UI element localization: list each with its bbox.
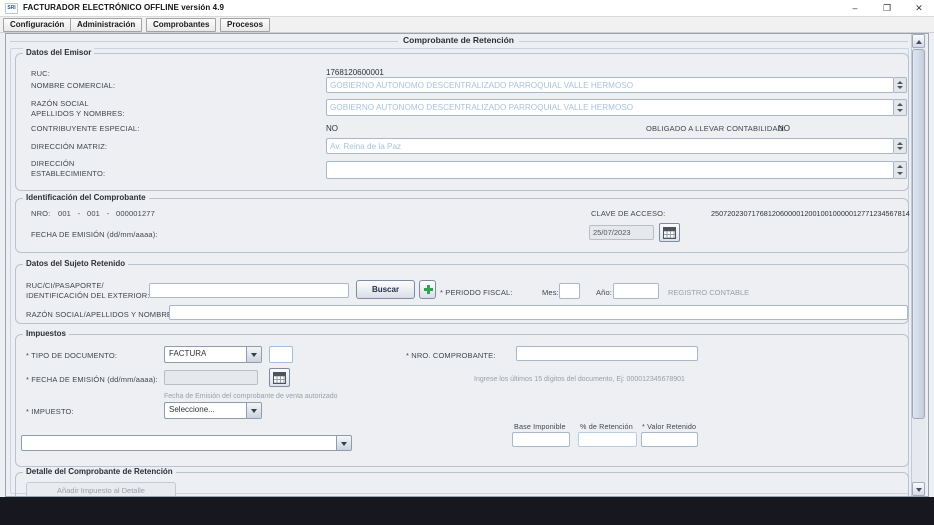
direccion-estab-input[interactable] xyxy=(326,161,894,179)
direccion-matriz-label: DIRECCIÓN MATRIZ: xyxy=(31,142,107,151)
direccion-matriz-input[interactable] xyxy=(326,138,894,154)
scrollbar-thumb[interactable] xyxy=(912,49,925,419)
nro-value: 001 - 001 - 000001277 xyxy=(58,209,155,218)
add-sujeto-button[interactable] xyxy=(419,280,436,299)
mes-input[interactable] xyxy=(559,283,580,299)
maximize-button[interactable]: ❐ xyxy=(874,0,900,17)
group-sujeto-retenido-title: Datos del Sujeto Retenido xyxy=(23,259,128,268)
valor-retenido-input[interactable] xyxy=(641,432,698,447)
app-icon: SRI xyxy=(5,3,18,14)
anio-label: Año: xyxy=(596,288,612,297)
menu-bar: Configuración Administración Comprobante… xyxy=(0,17,934,33)
impuestos-fecha-input[interactable] xyxy=(164,370,258,385)
window-title: FACTURADOR ELECTRÓNICO OFFLINE versión 4… xyxy=(23,3,224,12)
obligado-value: NO xyxy=(778,124,790,133)
chevron-down-icon xyxy=(246,347,261,362)
valor-retenido-header: * Valor Retenido xyxy=(642,422,696,431)
sujeto-ruc-label-1: RUC/CI/PASAPORTE/ xyxy=(26,281,104,290)
direccion-estab-label-2: ESTABLECIMIENTO: xyxy=(31,169,105,178)
nombre-comercial-input[interactable] xyxy=(326,77,894,93)
screen: SRI FACTURADOR ELECTRÓNICO OFFLINE versi… xyxy=(0,0,934,525)
window-titlebar: SRI FACTURADOR ELECTRÓNICO OFFLINE versi… xyxy=(0,0,934,17)
sujeto-ruc-label-2: IDENTIFICACIÓN DEL EXTERIOR: xyxy=(26,291,150,300)
tipo-documento-select[interactable]: FACTURA xyxy=(164,346,262,363)
codigo-retencion-select[interactable] xyxy=(21,435,352,451)
fecha-emision-hint: Fecha de Emisión del comprobante de vent… xyxy=(164,393,338,400)
direccion-matriz-spinner[interactable] xyxy=(894,138,907,154)
clave-acceso-value: 2507202307176812060000120010010000012771… xyxy=(711,209,910,218)
clave-acceso-label: CLAVE DE ACCESO: xyxy=(591,209,665,218)
scroll-down-button[interactable] xyxy=(912,482,925,496)
main-panel: Comprobante de Retención Datos del Emiso… xyxy=(5,33,929,497)
taskbar: W X SRI ∧ ESP 12:54 25/7/2023 5 xyxy=(0,497,934,525)
scroll-up-button[interactable] xyxy=(912,34,925,48)
page-title: Comprobante de Retención xyxy=(6,35,911,45)
nro-comprobante-label: * NRO. COMPROBANTE: xyxy=(406,351,496,360)
minimize-button[interactable]: – xyxy=(842,0,868,17)
mes-label: Mes: xyxy=(542,288,559,297)
contribuyente-value: NO xyxy=(326,124,338,133)
impuestos-fecha-label: * FECHA DE EMISIÓN (dd/mm/aaaa): xyxy=(26,375,158,384)
close-button[interactable]: ✕ xyxy=(906,0,932,17)
contribuyente-label: CONTRIBUYENTE ESPECIAL: xyxy=(31,124,139,133)
periodo-fiscal-label: * PERIODO FISCAL: xyxy=(440,288,513,297)
sujeto-razon-label: RAZÓN SOCIAL/APELLIDOS Y NOMBRES: xyxy=(26,310,179,319)
fecha-emision-calendar-button[interactable] xyxy=(659,223,680,242)
group-datos-emisor-title: Datos del Emisor xyxy=(23,48,94,57)
menu-configuracion[interactable]: Configuración xyxy=(3,18,71,32)
tipo-documento-code-input[interactable] xyxy=(269,346,293,363)
razon-social-input[interactable] xyxy=(326,99,894,116)
impuesto-value: Seleccione... xyxy=(169,405,215,414)
impuesto-label: * IMPUESTO: xyxy=(26,407,74,416)
chevron-down-icon xyxy=(336,436,351,450)
retencion-header: % de Retención xyxy=(580,422,633,431)
obligado-label: OBLIGADO A LLEVAR CONTABILIDAD: xyxy=(646,124,785,133)
retencion-input[interactable] xyxy=(578,432,637,447)
base-imponible-input[interactable] xyxy=(512,432,570,447)
group-identificacion-title: Identificación del Comprobante xyxy=(23,193,149,202)
sujeto-razon-input[interactable] xyxy=(169,305,908,320)
anio-input[interactable] xyxy=(613,283,659,299)
chevron-down-icon xyxy=(246,403,261,418)
aniadir-impuesto-button[interactable]: Añadir Impuesto al Detalle xyxy=(26,482,176,497)
razon-social-label-1: RAZÓN SOCIAL xyxy=(31,99,89,108)
nombre-comercial-spinner[interactable] xyxy=(894,77,907,93)
tipo-documento-label: * TIPO DE DOCUMENTO: xyxy=(26,351,117,360)
menu-comprobantes[interactable]: Comprobantes xyxy=(146,18,216,32)
nombre-comercial-label: NOMBRE COMERCIAL: xyxy=(31,81,115,90)
ruc-label: RUC: xyxy=(31,69,50,78)
direccion-estab-label-1: DIRECCIÓN xyxy=(31,159,74,168)
ruc-value: 1768120600001 xyxy=(326,68,384,77)
menu-administracion[interactable]: Administración xyxy=(70,18,142,32)
nro-label: NRO: xyxy=(31,209,50,218)
nro-comprobante-input[interactable] xyxy=(516,346,698,361)
menu-procesos[interactable]: Procesos xyxy=(220,18,270,32)
impuestos-fecha-calendar-button[interactable] xyxy=(269,368,290,387)
buscar-button[interactable]: Buscar xyxy=(356,280,415,299)
impuesto-select[interactable]: Seleccione... xyxy=(164,402,262,419)
direccion-estab-spinner[interactable] xyxy=(894,161,907,179)
nro-comprobante-hint: Ingrese los últimos 15 dígitos del docum… xyxy=(474,376,685,383)
group-detalle-title: Detalle del Comprobante de Retención xyxy=(23,467,176,476)
sujeto-ruc-input[interactable] xyxy=(149,283,349,298)
group-identificacion xyxy=(15,198,909,253)
registro-contable-label: REGISTRO CONTABLE xyxy=(668,288,749,297)
fecha-emision-input[interactable] xyxy=(589,225,654,240)
base-imponible-header: Base Imponible xyxy=(514,422,566,431)
tipo-documento-value: FACTURA xyxy=(169,349,206,358)
razon-social-label-2: APELLIDOS Y NOMBRES: xyxy=(31,109,125,118)
razon-social-spinner[interactable] xyxy=(894,99,907,116)
group-impuestos-title: Impuestos xyxy=(23,329,69,338)
fecha-emision-label: FECHA DE EMISIÓN (dd/mm/aaaa): xyxy=(31,230,158,239)
